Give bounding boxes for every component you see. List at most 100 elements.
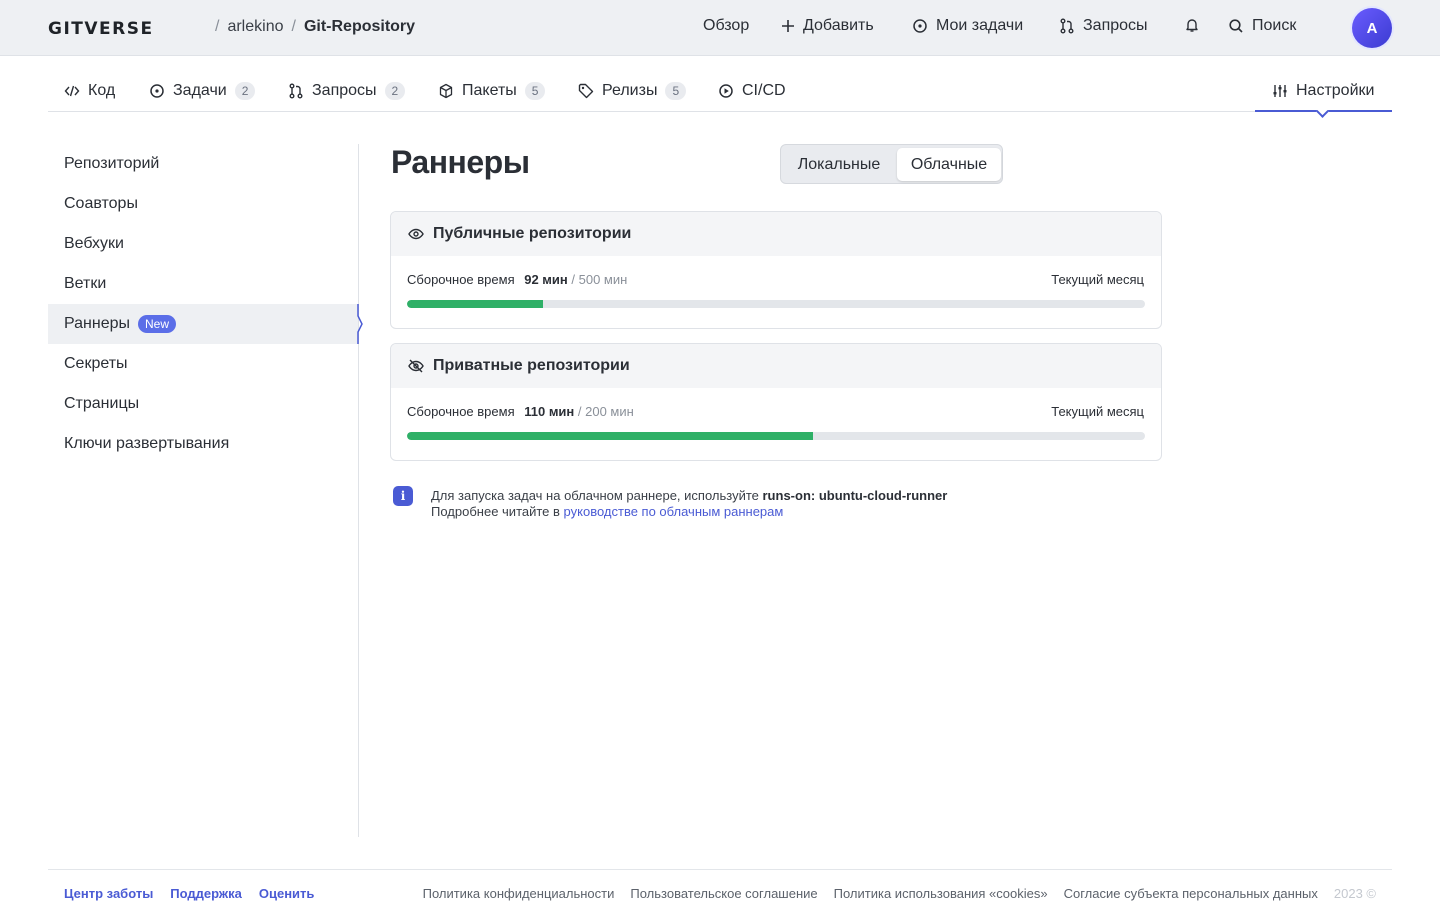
breadcrumb-repo[interactable]: Git-Repository bbox=[304, 18, 415, 35]
code-icon bbox=[64, 85, 80, 97]
eye-icon bbox=[408, 228, 424, 240]
tab-code-label: Код bbox=[88, 82, 116, 99]
nav-search-label: Поиск bbox=[1252, 17, 1297, 34]
info-text: Для запуска задач на облачном раннере, и… bbox=[431, 488, 947, 520]
nav-overview-label: Обзор bbox=[703, 17, 750, 34]
sidebar-item-label: Раннеры bbox=[64, 315, 131, 332]
tab-issues[interactable]: Задачи 2 bbox=[149, 82, 256, 100]
sidebar-item-pages[interactable]: Страницы bbox=[48, 384, 358, 424]
tab-pulls[interactable]: Запросы 2 bbox=[288, 82, 406, 100]
sidebar-item-label: Страницы bbox=[64, 395, 140, 412]
tab-cicd-label: CI/CD bbox=[742, 82, 786, 99]
card-title: Приватные репозитории bbox=[433, 357, 630, 374]
tab-releases[interactable]: Релизы 5 bbox=[578, 82, 687, 100]
notifications-button[interactable] bbox=[1184, 17, 1208, 33]
card-header: Публичные репозитории bbox=[391, 212, 1161, 256]
nav-my-tasks-label: Мои задачи bbox=[936, 17, 1024, 34]
sidebar-item-label: Соавторы bbox=[64, 195, 138, 212]
footer-left-links: Центр заботы Поддержка Оценить bbox=[64, 886, 314, 901]
top-header: GITVERSE / arlekino / Git-Repository Обзор … bbox=[0, 0, 1440, 56]
nav-requests-label: Запросы bbox=[1083, 17, 1148, 34]
local-runners-button[interactable]: Локальные bbox=[784, 148, 894, 181]
gitverse-logo[interactable]: GITVERSE bbox=[48, 19, 154, 39]
active-tab-notch bbox=[1316, 105, 1329, 118]
footer-link-cookies[interactable]: Политика использования «cookies» bbox=[834, 886, 1048, 901]
breadcrumb-owner[interactable]: arlekino bbox=[227, 18, 283, 35]
tag-icon bbox=[578, 83, 594, 99]
footer-link-consent[interactable]: Согласие субъекта персональных данных bbox=[1064, 886, 1318, 901]
footer-link-care-center[interactable]: Центр заботы bbox=[64, 886, 153, 901]
page-footer: Центр заботы Поддержка Оценить Политика … bbox=[48, 869, 1392, 917]
sidebar-item-branches[interactable]: Ветки bbox=[48, 264, 358, 304]
build-time: Сборочное время 110 мин / 200 мин bbox=[407, 404, 634, 419]
search-icon bbox=[1229, 19, 1243, 33]
sidebar-item-repository[interactable]: Репозиторий bbox=[48, 144, 358, 184]
footer-right-links: Политика конфиденциальности Пользователь… bbox=[423, 886, 1376, 901]
sidebar-item-label: Вебхуки bbox=[64, 235, 124, 252]
sidebar-item-secrets[interactable]: Секреты bbox=[48, 344, 358, 384]
sidebar-item-webhooks[interactable]: Вебхуки bbox=[48, 224, 358, 264]
pull-request-icon bbox=[289, 83, 303, 99]
build-time-used: 110 мин bbox=[524, 404, 575, 419]
tab-releases-label: Релизы bbox=[602, 82, 658, 99]
info-icon: i bbox=[393, 486, 413, 506]
bell-icon bbox=[1186, 19, 1198, 32]
nav-overview[interactable]: Обзор bbox=[703, 17, 749, 35]
sliders-icon bbox=[1273, 85, 1287, 97]
runs-on-code: runs-on: ubuntu-cloud-runner bbox=[762, 488, 948, 503]
cloud-runners-guide-link[interactable]: руководстве по облачным раннерам bbox=[564, 504, 784, 519]
sidebar-item-runners[interactable]: Раннеры New bbox=[48, 304, 358, 344]
footer-link-privacy[interactable]: Политика конфиденциальности bbox=[423, 886, 615, 901]
private-repos-card: Приватные репозитории Сборочное время 11… bbox=[390, 343, 1162, 461]
breadcrumb-separator: / bbox=[215, 18, 220, 35]
sidebar-item-label: Ключи развертывания bbox=[64, 435, 230, 452]
nav-add[interactable]: Добавить bbox=[781, 17, 874, 35]
page-title: Раннеры bbox=[391, 144, 530, 180]
build-time: Сборочное время 92 мин / 500 мин bbox=[407, 272, 627, 287]
nav-my-tasks[interactable]: Мои задачи bbox=[912, 17, 1023, 35]
period-label: Текущий месяц bbox=[1051, 272, 1144, 287]
active-item-marker bbox=[357, 304, 363, 344]
package-icon bbox=[439, 83, 453, 99]
breadcrumb: / arlekino / Git-Repository bbox=[207, 18, 415, 36]
build-time-limit: / 500 мин bbox=[571, 272, 628, 287]
tab-settings-label: Настройки bbox=[1296, 82, 1375, 99]
usage-progress-fill bbox=[407, 432, 813, 440]
breadcrumb-separator: / bbox=[291, 18, 296, 35]
public-repos-card: Публичные репозитории Сборочное время 92… bbox=[390, 211, 1162, 329]
footer-link-support[interactable]: Поддержка bbox=[170, 886, 242, 901]
nav-search[interactable]: Поиск bbox=[1228, 17, 1296, 35]
repo-tabs: Код Задачи 2 Запросы 2 Пакеты 5 Релизы 5… bbox=[48, 72, 1392, 118]
tab-packages[interactable]: Пакеты 5 bbox=[438, 82, 546, 100]
tab-issues-count: 2 bbox=[234, 82, 256, 100]
new-badge: New bbox=[138, 315, 177, 333]
nav-requests[interactable]: Запросы bbox=[1059, 17, 1148, 35]
play-circle-icon bbox=[719, 84, 733, 98]
sidebar-item-collaborators[interactable]: Соавторы bbox=[48, 184, 358, 224]
usage-progress-bar bbox=[407, 432, 1145, 440]
usage-progress-fill bbox=[407, 300, 543, 308]
eye-off-icon bbox=[408, 359, 424, 373]
tab-settings[interactable]: Настройки bbox=[1255, 72, 1392, 118]
usage-progress-bar bbox=[407, 300, 1145, 308]
settings-sidebar: Репозиторий Соавторы Вебхуки Ветки Ранне… bbox=[48, 144, 363, 837]
avatar[interactable]: A bbox=[1352, 8, 1392, 48]
nav-add-label: Добавить bbox=[803, 17, 874, 34]
info-line1: Для запуска задач на облачном раннере, и… bbox=[431, 488, 759, 503]
pull-request-icon bbox=[1060, 18, 1074, 34]
sidebar-item-deploy-keys[interactable]: Ключи развертывания bbox=[48, 424, 358, 464]
issue-circle-icon bbox=[150, 84, 164, 98]
footer-link-rate[interactable]: Оценить bbox=[259, 886, 315, 901]
sidebar-item-label: Ветки bbox=[64, 275, 107, 292]
copyright: 2023 © bbox=[1333, 886, 1376, 901]
footer-link-terms[interactable]: Пользовательское соглашение bbox=[630, 886, 817, 901]
plus-icon bbox=[782, 20, 794, 32]
cloud-runners-button[interactable]: Облачные bbox=[897, 148, 1001, 181]
sidebar-item-label: Репозиторий bbox=[64, 155, 160, 172]
sidebar-item-label: Секреты bbox=[64, 355, 128, 372]
build-time-label: Сборочное время bbox=[407, 272, 515, 287]
build-time-label: Сборочное время bbox=[407, 404, 515, 419]
tab-cicd[interactable]: CI/CD bbox=[718, 82, 786, 100]
tab-code[interactable]: Код bbox=[64, 82, 115, 100]
tab-packages-label: Пакеты bbox=[462, 82, 517, 99]
